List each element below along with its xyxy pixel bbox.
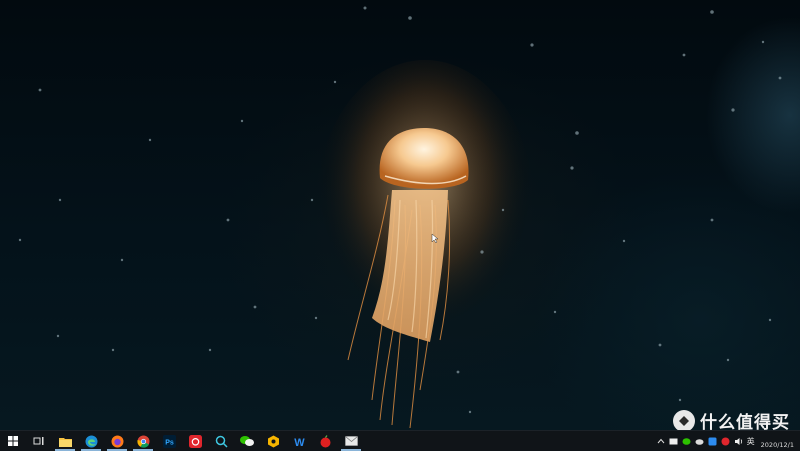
apple-icon (320, 434, 330, 447)
windows-icon (8, 436, 18, 446)
wechat-button[interactable] (234, 431, 260, 451)
wps-icon: W (294, 437, 305, 448)
volume-button[interactable] (734, 434, 744, 448)
start-button[interactable] (0, 431, 26, 451)
chrome-icon (136, 435, 149, 448)
hex-app-button[interactable] (260, 431, 286, 451)
wps-button[interactable]: W (286, 431, 312, 451)
task-view-button[interactable] (26, 431, 52, 451)
system-tray: 英 2020/12/1 (656, 431, 800, 451)
tray-app-3[interactable] (695, 434, 705, 448)
task-view-icon (33, 437, 44, 445)
tray-app-1[interactable] (669, 434, 679, 448)
magnifier-icon (215, 435, 228, 448)
cloud-icon (695, 438, 704, 445)
wechat-tray-icon (682, 437, 691, 445)
wps-label: W (294, 437, 305, 448)
desktop-wallpaper (0, 0, 800, 430)
firefox-icon (111, 435, 123, 447)
hexagon-icon (267, 435, 279, 447)
edge-button[interactable] (78, 431, 104, 451)
clock-time (792, 433, 794, 441)
photoshop-icon: Ps (162, 434, 176, 448)
firefox-button[interactable] (104, 431, 130, 451)
folder-icon (58, 437, 72, 447)
input-method-indicator[interactable]: 英 (747, 436, 755, 447)
speaker-icon (735, 437, 743, 445)
chevron-up-icon (657, 438, 665, 444)
clock-date: 2020/12/1 (760, 441, 794, 449)
tray-app-4[interactable] (708, 434, 718, 448)
edge-icon (85, 435, 97, 447)
file-explorer-button[interactable] (52, 431, 78, 451)
jellyfish-wallpaper-art (18, 6, 782, 429)
clock[interactable]: 2020/12/1 (761, 433, 794, 449)
red-app-button[interactable] (312, 431, 338, 451)
netease-music-button[interactable] (182, 431, 208, 451)
photoshop-label: Ps (165, 439, 174, 446)
mail-button[interactable] (338, 431, 364, 451)
blue-app-icon (708, 437, 717, 445)
search-app-button[interactable] (208, 431, 234, 451)
tray-app-2[interactable] (682, 434, 692, 448)
netease-tray-icon (721, 437, 730, 445)
mail-icon (344, 436, 358, 446)
watermark-logo-icon (679, 415, 689, 426)
chrome-button[interactable] (130, 431, 156, 451)
tray-app-5[interactable] (721, 434, 731, 448)
wechat-icon (240, 436, 254, 446)
netease-icon (188, 434, 202, 448)
taskbar: Ps W 英 2020/12/1 (0, 430, 800, 451)
watermark-logo (673, 409, 695, 432)
photoshop-button[interactable]: Ps (156, 431, 182, 451)
tray-chevron[interactable] (656, 434, 666, 448)
monitor-icon (669, 438, 678, 444)
